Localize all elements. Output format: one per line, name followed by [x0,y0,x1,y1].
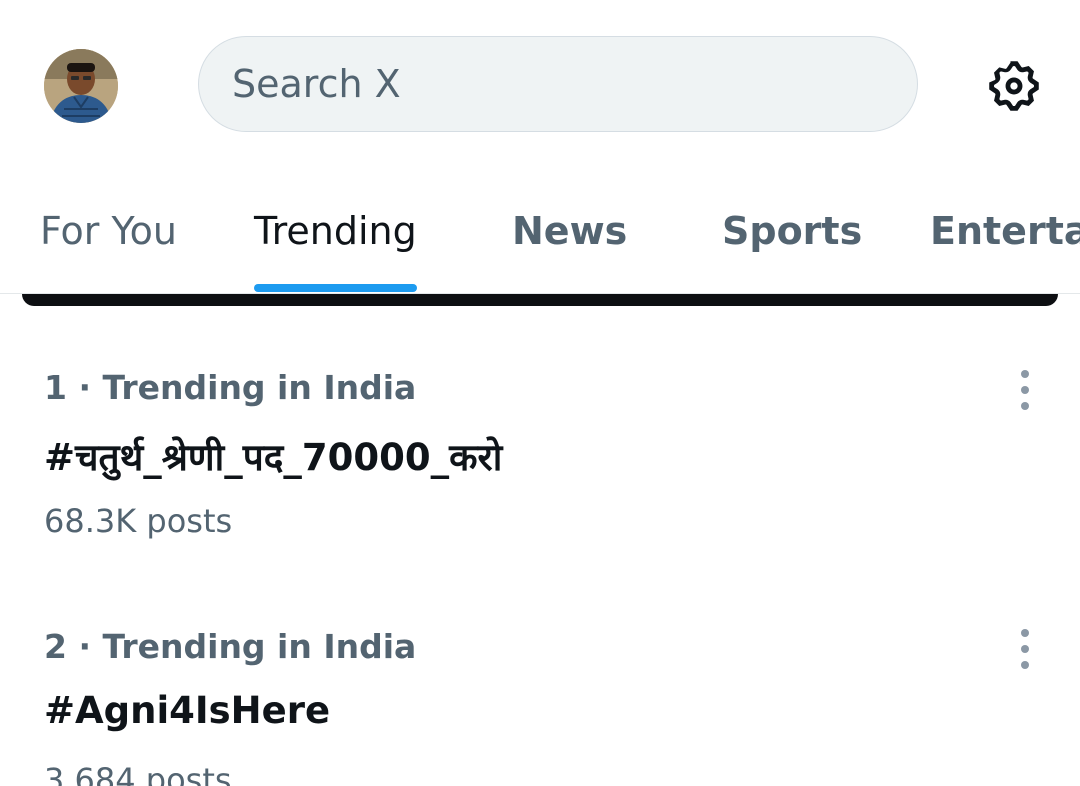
user-avatar-icon[interactable] [44,49,118,123]
dot [1021,386,1029,394]
tab-label: Trending [254,209,417,253]
trend-meta: 2 · Trending in India [44,627,417,666]
tab-label: For You [40,209,177,253]
dot [1021,645,1029,653]
trend-hashtag: #चतुर्थ_श्रेणी_पद_70000_करो [44,436,503,479]
tab-for-you[interactable]: For You [40,190,177,293]
search-input[interactable] [232,62,917,106]
explore-tabs: For You Trending News Sports Entertai [0,190,1080,294]
tab-label: News [512,209,628,253]
tab-label: Entertai [930,209,1080,253]
more-options-icon[interactable] [1008,629,1042,669]
explore-page: For You Trending News Sports Entertai 1 … [0,0,1080,786]
more-options-icon[interactable] [1008,370,1042,410]
tab-news[interactable]: News [512,190,627,293]
dot [1021,402,1029,410]
search-box[interactable] [198,36,918,132]
trend-hashtag: #Agni4IsHere [44,689,331,732]
tab-label: Sports [722,209,863,253]
trend-post-count: 3,684 posts [44,761,232,786]
dot [1021,661,1029,669]
trend-meta: 1 · Trending in India [44,368,417,407]
trend-post-count: 68.3K posts [44,502,233,540]
tab-trending[interactable]: Trending [254,190,417,293]
banner-image-edge [22,294,1058,306]
gear-icon[interactable] [984,56,1044,116]
dot [1021,629,1029,637]
tab-entertainment[interactable]: Entertai [930,190,1080,293]
tab-sports[interactable]: Sports [722,190,862,293]
dot [1021,370,1029,378]
active-tab-indicator [254,284,417,292]
